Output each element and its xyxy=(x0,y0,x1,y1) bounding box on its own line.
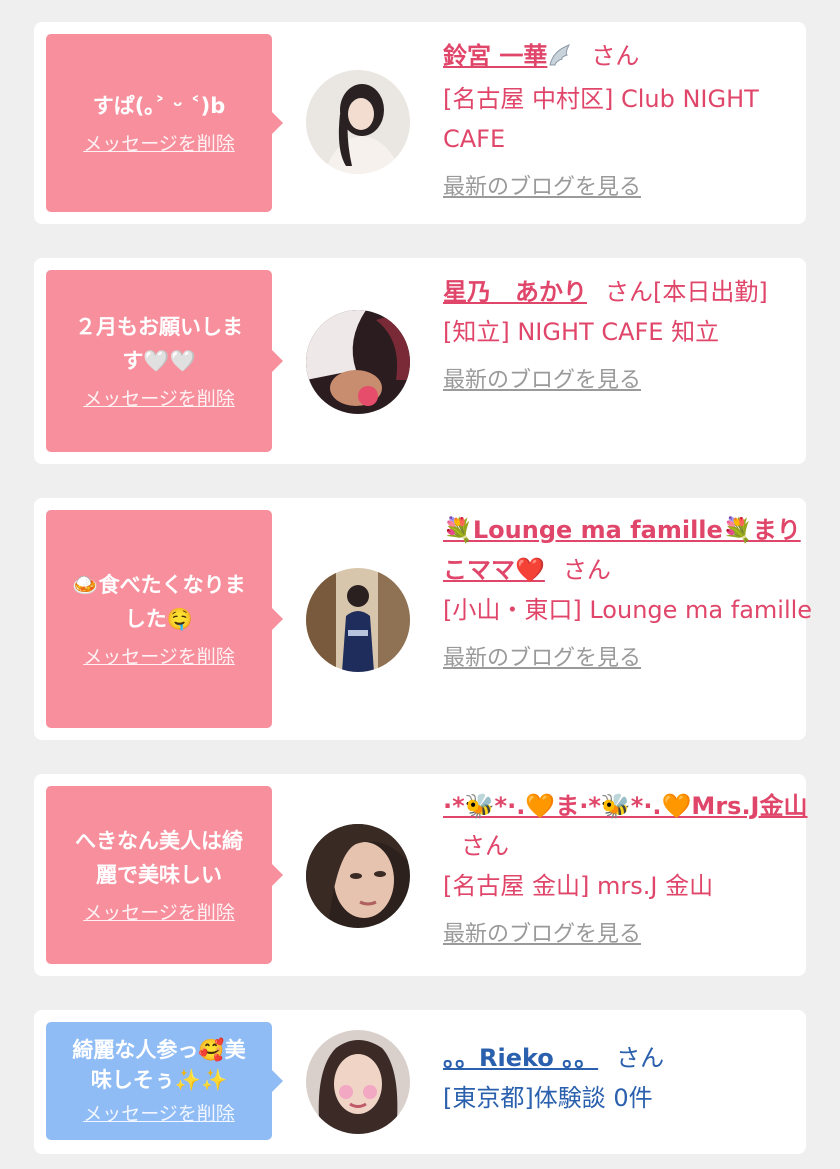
message-card: 綺麗な人参っ🥰美 味しそぅ✨✨ メッセージを削除 。。Rieko 。。 さん [東… xyxy=(34,1010,806,1154)
message-text-line: す🤍🤍 xyxy=(122,349,196,373)
cast-name-link[interactable]: 💐Lounge ma famille💐まりこママ❤️ xyxy=(443,516,801,584)
shop-name: [名古屋 金山] mrs.J 金山 xyxy=(443,872,714,900)
latest-blog-link[interactable]: 最新のブログを見る xyxy=(443,173,793,203)
cast-name-link[interactable]: 鈴宮 一華 xyxy=(443,42,547,70)
avatar[interactable] xyxy=(306,1030,410,1134)
message-text-line: ２月もお願いしま xyxy=(75,315,243,339)
delete-message-link[interactable]: メッセージを削除 xyxy=(83,131,235,157)
latest-blog-link[interactable]: 最新のブログを見る xyxy=(443,644,815,674)
message-bubble: 🍛食べたくなりま した🤤 メッセージを削除 xyxy=(46,510,283,728)
cast-name-link[interactable]: 星乃 あかり xyxy=(443,278,587,306)
cast-info: 。。Rieko 。。 さん [東京都]体験談 0件 xyxy=(443,1038,793,1118)
message-text-line: 🍛食べたくなりま xyxy=(72,573,246,597)
honorific: さん xyxy=(591,42,640,70)
honorific: さん[本日出勤] xyxy=(605,278,768,306)
delete-message-link[interactable]: メッセージを削除 xyxy=(83,1101,235,1127)
honorific: さん xyxy=(616,1044,665,1072)
latest-blog-link[interactable]: 最新のブログを見る xyxy=(443,920,815,950)
message-text-line: 味しそぅ✨✨ xyxy=(90,1068,228,1092)
message-text-line: 綺麗な人参っ🥰美 xyxy=(72,1038,246,1062)
message-bubble: ２月もお願いしま す🤍🤍 メッセージを削除 xyxy=(46,270,283,452)
cast-info: ·*🐝*·.🧡ま·*🐝*·.🧡Mrs.J金山さん [名古屋 金山] mrs.J … xyxy=(443,786,815,950)
honorific: さん xyxy=(461,832,509,860)
message-card: へきなん美人は綺 麗で美味しい メッセージを削除 ·*🐝*·.🧡ま·*🐝*·.🧡… xyxy=(34,774,808,976)
honorific: さん xyxy=(562,556,611,584)
message-text-line: へきなん美人は綺 xyxy=(75,829,243,853)
delete-message-link[interactable]: メッセージを削除 xyxy=(83,644,235,670)
message-bubble: へきなん美人は綺 麗で美味しい メッセージを削除 xyxy=(46,786,283,964)
message-text-line: 麗で美味しい xyxy=(96,863,222,887)
cast-info: 💐Lounge ma famille💐まりこママ❤️ さん [小山・東口] Lou… xyxy=(443,510,815,674)
cast-name-link[interactable]: 。。Rieko 。。 xyxy=(443,1044,598,1072)
latest-blog-link[interactable]: 最新のブログを見る xyxy=(443,366,793,396)
message-card: すぱ(｡˃ ᵕ ˂)b メッセージを削除 鈴宮 一華 さん [名古屋 中村区] C… xyxy=(34,22,806,224)
message-card: 🍛食べたくなりま した🤤 メッセージを削除 💐Lounge ma famille… xyxy=(34,498,812,740)
message-bubble: 綺麗な人参っ🥰美 味しそぅ✨✨ メッセージを削除 xyxy=(46,1022,283,1140)
wing-icon xyxy=(547,39,573,79)
cast-name-link[interactable]: ·*🐝*·.🧡ま·*🐝*·.🧡Mrs.J金山 xyxy=(443,792,808,820)
message-card: ２月もお願いしま す🤍🤍 メッセージを削除 星乃 あかり さん[本日出勤] [知立… xyxy=(34,258,806,464)
delete-message-link[interactable]: メッセージを削除 xyxy=(83,900,235,926)
message-text-line: した🤤 xyxy=(124,607,194,631)
message-bubble: すぱ(｡˃ ᵕ ˂)b メッセージを削除 xyxy=(46,34,283,212)
avatar[interactable] xyxy=(306,568,410,672)
shop-name: [小山・東口] Lounge ma famille xyxy=(443,596,813,624)
delete-message-link[interactable]: メッセージを削除 xyxy=(83,386,235,412)
avatar[interactable] xyxy=(306,70,410,174)
avatar[interactable] xyxy=(306,310,410,414)
shop-name: [東京都]体験談 0件 xyxy=(443,1084,653,1112)
avatar[interactable] xyxy=(306,824,410,928)
shop-name: [名古屋 中村区] Club NIGHT CAFE xyxy=(443,85,759,153)
shop-name: [知立] NIGHT CAFE 知立 xyxy=(443,318,720,346)
message-text: すぱ(｡˃ ᵕ ˂)b xyxy=(92,94,226,118)
cast-info: 星乃 あかり さん[本日出勤] [知立] NIGHT CAFE 知立 最新のブログ… xyxy=(443,272,793,396)
cast-info: 鈴宮 一華 さん [名古屋 中村区] Club NIGHT CAFE 最新のブログ… xyxy=(443,36,793,203)
